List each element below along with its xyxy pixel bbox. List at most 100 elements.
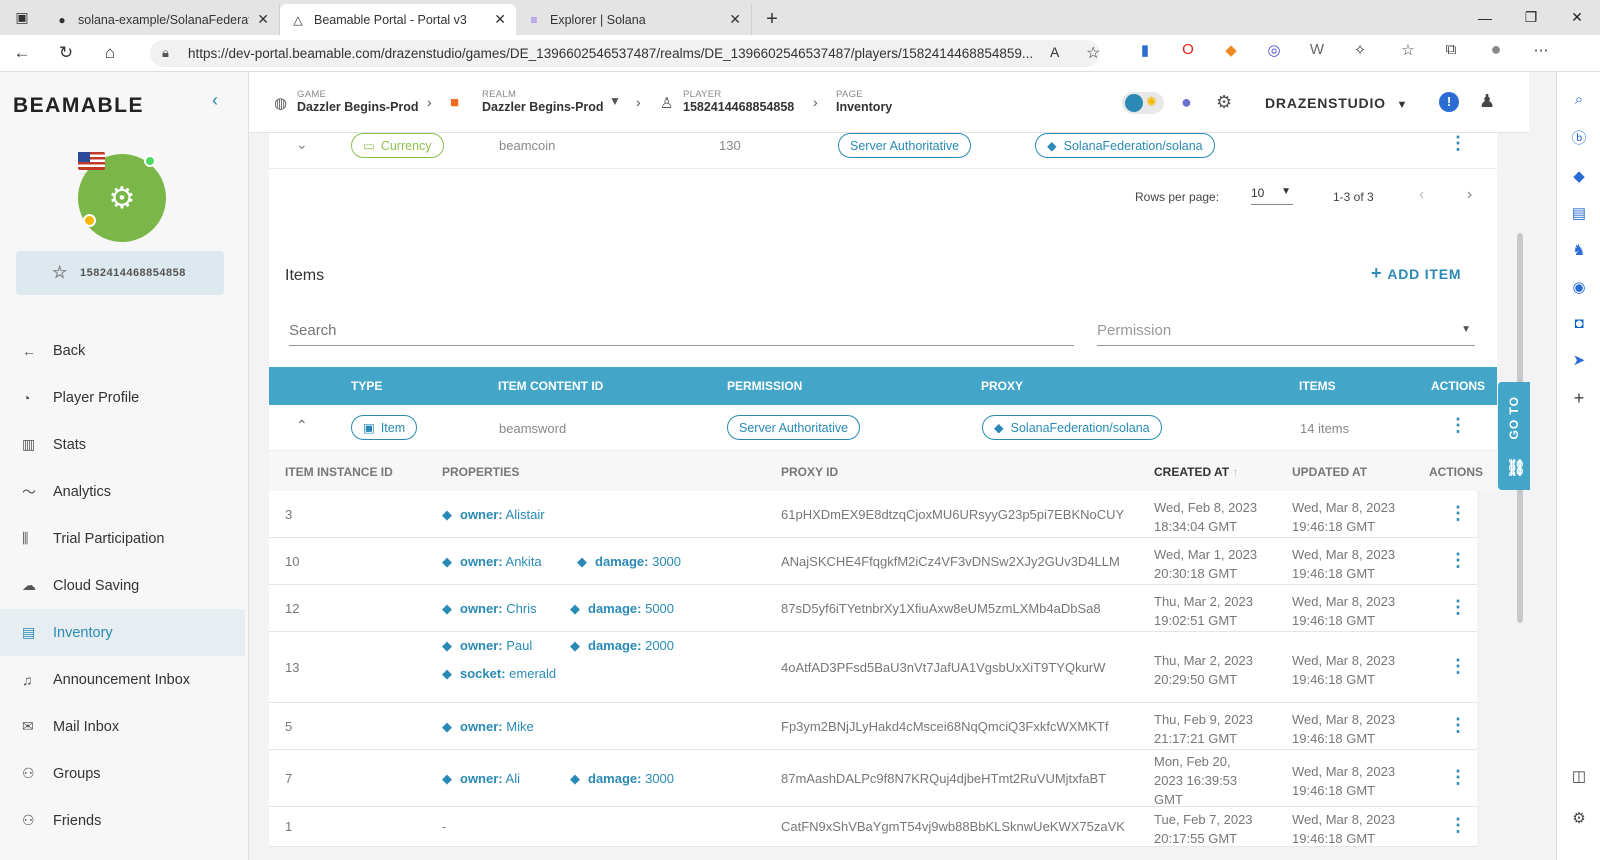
breadcrumb-game[interactable]: GAME Dazzler Begins-Prod xyxy=(297,89,419,114)
add-item-button[interactable]: + ADD ITEM xyxy=(1371,263,1461,284)
restore-icon[interactable]: ❐ xyxy=(1508,0,1554,35)
sidebar-item-stats[interactable]: ▥ Stats xyxy=(0,421,245,468)
created-at: Mon, Feb 20, 2023 16:39:53 GMT xyxy=(1154,752,1237,809)
content-id: beamsword xyxy=(499,421,567,436)
close-icon[interactable]: ✕ xyxy=(257,11,269,28)
sidebar-item-groups[interactable]: ⚇ Groups xyxy=(0,750,245,797)
globe-icon: ◍ xyxy=(274,95,288,112)
account-icon[interactable]: ♟ xyxy=(1479,91,1495,112)
next-page-icon[interactable]: › xyxy=(1467,186,1472,204)
breadcrumb-realm[interactable]: REALM Dazzler Begins-Prod xyxy=(482,89,604,114)
row-actions-icon[interactable]: ⋮ xyxy=(1449,550,1467,571)
bing-icon[interactable]: ⓑ xyxy=(1557,127,1600,148)
close-window-icon[interactable]: ✕ xyxy=(1554,0,1600,35)
browser-tab-github[interactable]: ● solana-example/SolanaFederatio ✕ xyxy=(44,4,280,35)
row-actions-icon[interactable]: ⋮ xyxy=(1449,503,1467,524)
favorites-icon[interactable]: ☆ xyxy=(1395,41,1421,59)
tag-icon: ◆ xyxy=(1047,139,1057,153)
office-icon[interactable]: ◉ xyxy=(1557,278,1600,296)
collections-icon[interactable]: ⧉ xyxy=(1438,41,1464,58)
metamask-icon[interactable]: ◆ xyxy=(1218,41,1244,59)
collapse-sidebar-icon[interactable]: ‹ xyxy=(212,90,218,111)
row-actions-icon[interactable]: ⋮ xyxy=(1449,767,1467,788)
row-actions-icon[interactable]: ⋮ xyxy=(1449,715,1467,736)
chevron-down-icon[interactable]: ⌄ xyxy=(296,136,308,153)
tag-icon[interactable]: ◆ xyxy=(1557,167,1600,185)
row-actions-icon[interactable]: ⋮ xyxy=(1449,415,1467,436)
outlook-icon[interactable]: ◘ xyxy=(1557,315,1600,332)
games-icon[interactable]: ♞ xyxy=(1557,241,1600,259)
tag-icon: ◆ xyxy=(442,601,452,616)
permission-select[interactable]: Permission ▼ xyxy=(1097,316,1475,346)
settings-icon[interactable]: ⚙ xyxy=(1557,809,1600,827)
back-nav-icon[interactable]: ← xyxy=(0,35,44,72)
search-input[interactable] xyxy=(289,316,1074,346)
sliders-icon: ⫼ xyxy=(22,530,29,546)
instance-id: 13 xyxy=(285,660,300,675)
close-icon[interactable]: ✕ xyxy=(729,11,741,28)
close-icon[interactable]: ✕ xyxy=(494,11,506,28)
property-owner: ◆ owner: Ankita xyxy=(442,554,542,570)
sidebar-item-inventory[interactable]: ▤ Inventory xyxy=(0,609,245,656)
extensions-icon[interactable]: ✧ xyxy=(1347,41,1373,59)
chat-icon[interactable]: ● xyxy=(1181,92,1192,113)
split-screen-icon[interactable]: ◫ xyxy=(1557,767,1600,785)
go-to-button[interactable]: GO TO ⛓ xyxy=(1498,382,1530,490)
browser-tab-beamable[interactable]: △ Beamable Portal - Portal v3 ✕ xyxy=(280,4,516,35)
row-actions-icon[interactable]: ⋮ xyxy=(1449,597,1467,618)
created-line: Thu, Mar 2, 2023 xyxy=(1154,653,1253,668)
chevron-up-icon[interactable]: ⌃ xyxy=(296,417,308,434)
sidebar-item-cloud-saving[interactable]: ☁ Cloud Saving xyxy=(0,562,245,609)
reload-icon[interactable]: ↻ xyxy=(44,35,88,72)
rows-per-page-label: Rows per page: xyxy=(1135,190,1220,204)
created-line: GMT xyxy=(1154,792,1183,807)
send-icon[interactable]: ➤ xyxy=(1557,351,1600,369)
prev-page-icon[interactable]: ‹ xyxy=(1419,186,1424,204)
alert-icon[interactable]: ! xyxy=(1439,92,1459,112)
sidebar-item-player-profile[interactable]: ◔ Player Profile xyxy=(0,374,245,421)
new-tab-button[interactable]: + xyxy=(752,4,792,35)
sidebar-item-analytics[interactable]: 〜 Analytics xyxy=(0,468,245,515)
star-icon[interactable]: ☆ xyxy=(52,263,68,283)
extension-circle-icon[interactable]: ◎ xyxy=(1261,41,1287,59)
property-value: 2000 xyxy=(645,638,675,653)
property-value: 5000 xyxy=(645,601,675,616)
sidebar-item-back[interactable]: ← Back xyxy=(0,327,245,374)
sidebar-item-friends[interactable]: ⚇ Friends xyxy=(0,797,245,844)
org-selector[interactable]: DRAZENSTUDIO ▼ xyxy=(1265,95,1408,111)
crumb-value: 1582414468854858 xyxy=(683,100,795,114)
theme-toggle[interactable] xyxy=(1122,92,1164,114)
minimize-icon[interactable]: — xyxy=(1462,0,1508,35)
home-icon[interactable]: ⌂ xyxy=(88,35,132,72)
tab-actions-icon[interactable]: ▣ xyxy=(0,0,44,35)
row-actions-icon[interactable]: ⋮ xyxy=(1449,133,1467,154)
section-title: Items xyxy=(285,267,325,284)
table-row: 12 ◆ owner: Chris ◆ damage: 5000 87sD5yf6iTYe… xyxy=(269,585,1477,632)
rows-per-page-select[interactable]: 10 ▼ xyxy=(1251,186,1293,205)
toolbox-icon[interactable]: ▤ xyxy=(1557,204,1600,222)
sidebar-item-trial-participation[interactable]: ⫼ Trial Participation xyxy=(0,515,245,562)
row-actions-icon[interactable]: ⋮ xyxy=(1449,656,1467,677)
bug-icon[interactable]: ⚙ xyxy=(1216,92,1232,113)
row-actions-icon[interactable]: ⋮ xyxy=(1449,815,1467,836)
opera-icon[interactable]: O xyxy=(1175,41,1201,58)
search-icon[interactable]: ⌕ xyxy=(1557,91,1600,108)
add-icon[interactable]: + xyxy=(1557,388,1600,409)
tag-icon: ◆ xyxy=(994,421,1004,435)
favorite-add-icon[interactable]: ☆ xyxy=(1086,43,1100,63)
read-aloud-icon[interactable]: A xyxy=(1050,44,1059,60)
sidebar-item-mail-inbox[interactable]: ✉ Mail Inbox xyxy=(0,703,245,750)
col-created-at[interactable]: CREATED AT ↑ xyxy=(1154,465,1238,479)
updated-line: Wed, Mar 8, 2023 xyxy=(1292,547,1396,562)
chevron-down-icon[interactable]: ▼ xyxy=(609,94,621,108)
profile-avatar-icon[interactable]: ● xyxy=(1483,39,1509,60)
url-field[interactable]: 🔒︎ https://dev-portal.beamable.com/draze… xyxy=(150,40,1100,67)
chip-label: SolanaFederation/solana xyxy=(1063,138,1203,153)
sidebar-item-announcement-inbox[interactable]: ♫ Announcement Inbox xyxy=(0,656,245,703)
more-menu-icon[interactable]: ⋯ xyxy=(1528,41,1554,59)
browser-tab-solana[interactable]: ≡ Explorer | Solana ✕ xyxy=(516,4,752,35)
player-id-badge[interactable]: ☆ 1582414468854858 xyxy=(16,251,224,295)
extension-w-icon[interactable]: W xyxy=(1304,41,1330,58)
breadcrumb-player[interactable]: PLAYER 1582414468854858 xyxy=(683,89,794,114)
extension-chart-icon[interactable]: ▮ xyxy=(1132,41,1158,59)
